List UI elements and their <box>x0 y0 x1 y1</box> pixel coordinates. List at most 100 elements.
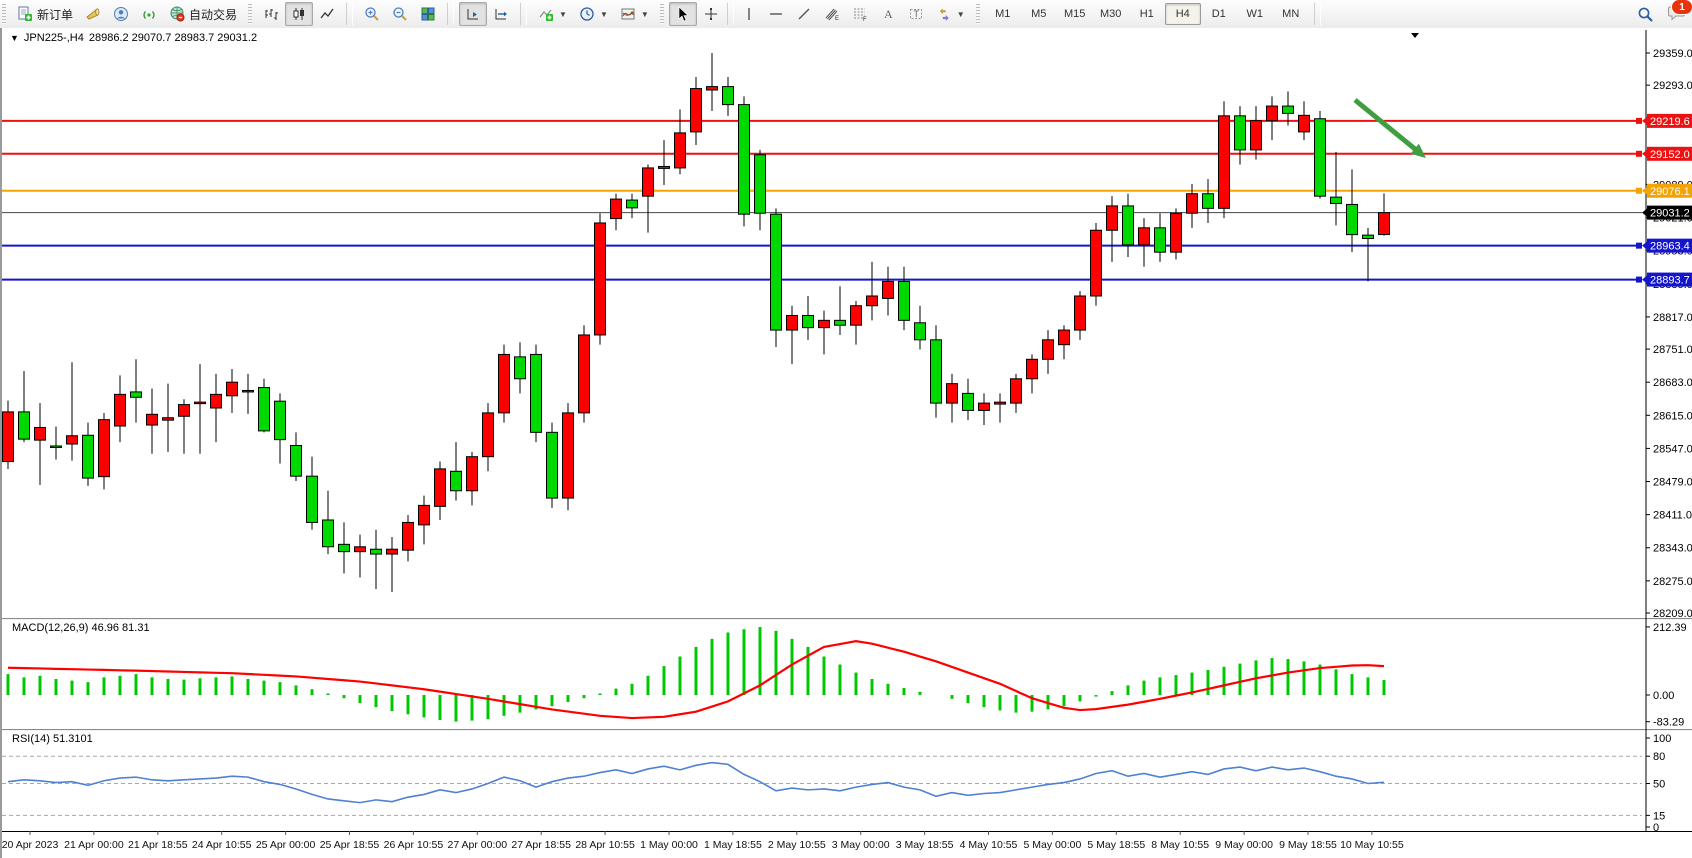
candle-body[interactable] <box>787 315 798 330</box>
candle-body[interactable] <box>531 354 542 432</box>
candle-body[interactable] <box>739 105 750 215</box>
candle-body[interactable] <box>1107 206 1118 230</box>
candle-body[interactable] <box>643 168 654 196</box>
timeframe-d1-button[interactable]: D1 <box>1201 3 1237 25</box>
cursor-button[interactable] <box>669 2 697 26</box>
candle-body[interactable] <box>163 418 174 420</box>
candle-body[interactable] <box>1027 359 1038 378</box>
candle-body[interactable] <box>1155 228 1166 252</box>
candle-body[interactable] <box>1219 116 1230 209</box>
arrows-button[interactable]: ▼ <box>930 2 971 26</box>
tile-windows-button[interactable] <box>414 2 442 26</box>
periods-button[interactable]: ▼ <box>573 2 614 26</box>
zoom-in-button[interactable] <box>358 2 386 26</box>
candle-body[interactable] <box>851 306 862 325</box>
candle-body[interactable] <box>419 505 430 524</box>
candle-body[interactable] <box>307 476 318 522</box>
candle-body[interactable] <box>1187 194 1198 213</box>
candle-body[interactable] <box>915 323 926 340</box>
candle-body[interactable] <box>1251 121 1262 150</box>
new-order-button[interactable]: 新订单 <box>11 2 79 26</box>
candle-body[interactable] <box>147 414 158 425</box>
templates-button[interactable]: ▼ <box>614 2 655 26</box>
candle-body[interactable] <box>387 549 398 554</box>
candle-body[interactable] <box>755 155 766 213</box>
candle-body[interactable] <box>963 393 974 410</box>
timeframe-h4-button[interactable]: H4 <box>1165 3 1201 25</box>
profile-button[interactable] <box>107 2 135 26</box>
candle-body[interactable] <box>451 471 462 490</box>
candle-body[interactable] <box>595 223 606 335</box>
crosshair-button[interactable] <box>697 2 725 26</box>
toolbar-grip[interactable] <box>248 4 252 24</box>
candle-body[interactable] <box>211 394 222 408</box>
text-button[interactable]: A <box>874 2 902 26</box>
candle-body[interactable] <box>243 390 254 392</box>
scale-position-marker[interactable] <box>1411 33 1419 38</box>
candle-body[interactable] <box>115 394 126 426</box>
candle-body[interactable] <box>1203 194 1214 209</box>
candle-body[interactable] <box>979 403 990 410</box>
timeframe-m5-button[interactable]: M5 <box>1021 3 1057 25</box>
candle-body[interactable] <box>1235 116 1246 150</box>
candle-body[interactable] <box>3 412 14 462</box>
candle-body[interactable] <box>899 281 910 320</box>
candle-body[interactable] <box>35 427 46 440</box>
candle-body[interactable] <box>835 320 846 325</box>
candle-body[interactable] <box>803 315 814 327</box>
candle-body[interactable] <box>19 412 30 439</box>
candle-body[interactable] <box>1347 204 1358 234</box>
candle-body[interactable] <box>1043 340 1054 359</box>
candle-body[interactable] <box>723 87 734 105</box>
toolbar-grip[interactable] <box>976 4 980 24</box>
chart-shift-button[interactable] <box>487 2 515 26</box>
text-label-button[interactable]: T <box>902 2 930 26</box>
candle-body[interactable] <box>435 469 446 506</box>
candle-body[interactable] <box>771 214 782 330</box>
candle-body[interactable] <box>819 320 830 327</box>
candle-body[interactable] <box>483 413 494 457</box>
candle-body[interactable] <box>1299 115 1310 132</box>
candle-body[interactable] <box>1091 230 1102 296</box>
candle-body[interactable] <box>707 87 718 90</box>
candle-body[interactable] <box>515 357 526 379</box>
candle-body[interactable] <box>323 520 334 547</box>
candle-body[interactable] <box>51 446 62 448</box>
candle-body[interactable] <box>355 547 366 552</box>
timeframe-m1-button[interactable]: M1 <box>985 3 1021 25</box>
candle-body[interactable] <box>659 166 670 168</box>
candle-body[interactable] <box>995 402 1006 404</box>
candle-body[interactable] <box>131 392 142 397</box>
line-chart-button[interactable] <box>313 2 341 26</box>
candle-body[interactable] <box>179 405 190 417</box>
candle-body[interactable] <box>1011 379 1022 403</box>
candle-body[interactable] <box>627 200 638 208</box>
candle-body[interactable] <box>1331 197 1342 203</box>
indicators-button[interactable]: ▼ <box>532 2 573 26</box>
candle-body[interactable] <box>275 401 286 439</box>
candle-body[interactable] <box>947 384 958 403</box>
candle-body[interactable] <box>403 522 414 550</box>
candle-body[interactable] <box>1171 213 1182 252</box>
candle-body[interactable] <box>1059 330 1070 345</box>
candle-body[interactable] <box>467 457 478 491</box>
timeframe-w1-button[interactable]: W1 <box>1237 3 1273 25</box>
candle-body[interactable] <box>195 402 206 404</box>
bar-chart-button[interactable] <box>257 2 285 26</box>
symbol-caret-icon[interactable]: ▼ <box>10 33 19 43</box>
candle-body[interactable] <box>1075 296 1086 330</box>
toolbar-grip[interactable] <box>2 4 6 24</box>
chart-canvas[interactable]: 29359.029293.029225.029157.029089.029021… <box>2 28 1692 858</box>
candle-body[interactable] <box>259 388 270 431</box>
candle-body[interactable] <box>1283 106 1294 113</box>
signals-button[interactable] <box>135 2 163 26</box>
candlestick-chart-button[interactable] <box>285 2 313 26</box>
megaphone-button[interactable] <box>79 2 107 26</box>
candle-body[interactable] <box>611 199 622 218</box>
candle-body[interactable] <box>579 335 590 413</box>
auto-scroll-button[interactable] <box>459 2 487 26</box>
horizontal-line-button[interactable] <box>762 2 790 26</box>
toolbar-grip[interactable] <box>660 4 664 24</box>
chat-button[interactable]: 1 <box>1668 4 1686 24</box>
candle-body[interactable] <box>99 420 110 477</box>
